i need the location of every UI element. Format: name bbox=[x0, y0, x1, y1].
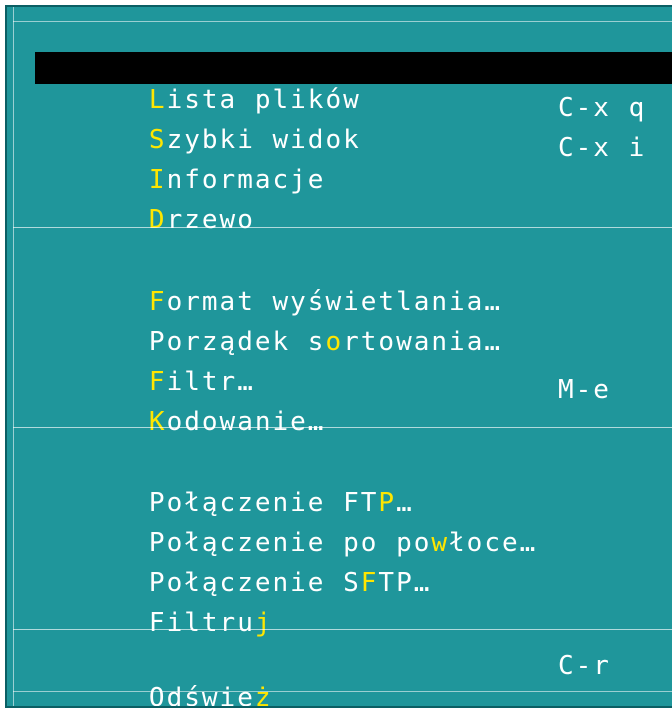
menu-item-shortcut: M-e bbox=[558, 375, 611, 405]
menu-separator bbox=[13, 427, 672, 428]
menu-item-label: Filtruj bbox=[148, 608, 273, 638]
menu-item-drzewo[interactable]: Drzewo bbox=[35, 172, 672, 235]
hotkey-letter: o bbox=[325, 327, 344, 357]
menu-item-filtr[interactable]: Filtr… bbox=[35, 334, 672, 397]
menu-item-label: Format wyświetlania… bbox=[148, 287, 502, 317]
menu-item-polaczenie-sftp[interactable]: Połączenie SFTP… bbox=[35, 535, 672, 598]
hotkey-letter: w bbox=[431, 528, 450, 558]
menu-item-kodowanie[interactable]: Kodowanie… M-e bbox=[35, 374, 672, 437]
menu-item-format-wyswietlania[interactable]: Format wyświetlania… bbox=[35, 254, 672, 317]
menu-item-label: Połączenie FTP… bbox=[148, 488, 414, 518]
panel-menu: Lista plików Szybki widok C-x q Informac… bbox=[5, 5, 672, 708]
menu-item-shortcut: C-r bbox=[558, 651, 611, 681]
menu-item-label: Drzewo bbox=[148, 205, 255, 235]
hotkey-letter: F bbox=[148, 287, 167, 317]
menu-item-odswiez[interactable]: Odśwież C-r bbox=[35, 650, 672, 706]
menu-item-shortcut: C-x q bbox=[558, 93, 647, 123]
menu-item-label: Filtr… bbox=[148, 367, 255, 397]
menu-item-label: Połączenie po powłoce… bbox=[148, 528, 538, 558]
hotkey-letter: F bbox=[360, 568, 379, 598]
menu-item-polaczenie-po-powloce[interactable]: Połączenie po powłoce… bbox=[35, 495, 672, 558]
menu-item-label: Odśwież bbox=[149, 682, 273, 708]
hotkey-letter: I bbox=[148, 165, 167, 195]
menu-item-lista-plikow[interactable]: Lista plików bbox=[35, 52, 672, 115]
hotkey-letter: j bbox=[254, 608, 273, 638]
menu-item-porzadek-sortowania[interactable]: Porządek sortowania… bbox=[35, 294, 672, 357]
menu-item-label: Połączenie SFTP… bbox=[148, 568, 432, 598]
menu-item-label: Szybki widok bbox=[148, 125, 361, 155]
menu-item-polaczenie-ftp[interactable]: Połączenie FTP… bbox=[35, 455, 672, 518]
menu-item-label: Porządek sortowania… bbox=[148, 327, 503, 357]
menu-separator bbox=[13, 629, 672, 630]
hotkey-letter: P bbox=[378, 488, 397, 518]
menu-item-szybki-widok[interactable]: Szybki widok C-x q bbox=[35, 92, 672, 155]
hotkey-letter: S bbox=[148, 125, 167, 155]
hotkey-letter: D bbox=[148, 205, 167, 235]
hotkey-letter: ż bbox=[254, 683, 273, 708]
menu-item-label: Lista plików bbox=[148, 85, 361, 115]
hotkey-letter: L bbox=[148, 85, 167, 115]
screen: Lista plików Szybki widok C-x q Informac… bbox=[0, 0, 672, 713]
menu-item-filtruj[interactable]: Filtruj bbox=[35, 575, 672, 638]
menu-item-informacje[interactable]: Informacje C-x i bbox=[35, 132, 672, 195]
hotkey-letter: F bbox=[148, 367, 167, 397]
menu-item-label: Informacje bbox=[148, 165, 326, 195]
menu-item-label: Kodowanie… bbox=[148, 407, 326, 437]
menu-item-shortcut: C-x i bbox=[558, 133, 647, 163]
hotkey-letter: K bbox=[148, 407, 167, 437]
menu-separator bbox=[13, 227, 672, 228]
